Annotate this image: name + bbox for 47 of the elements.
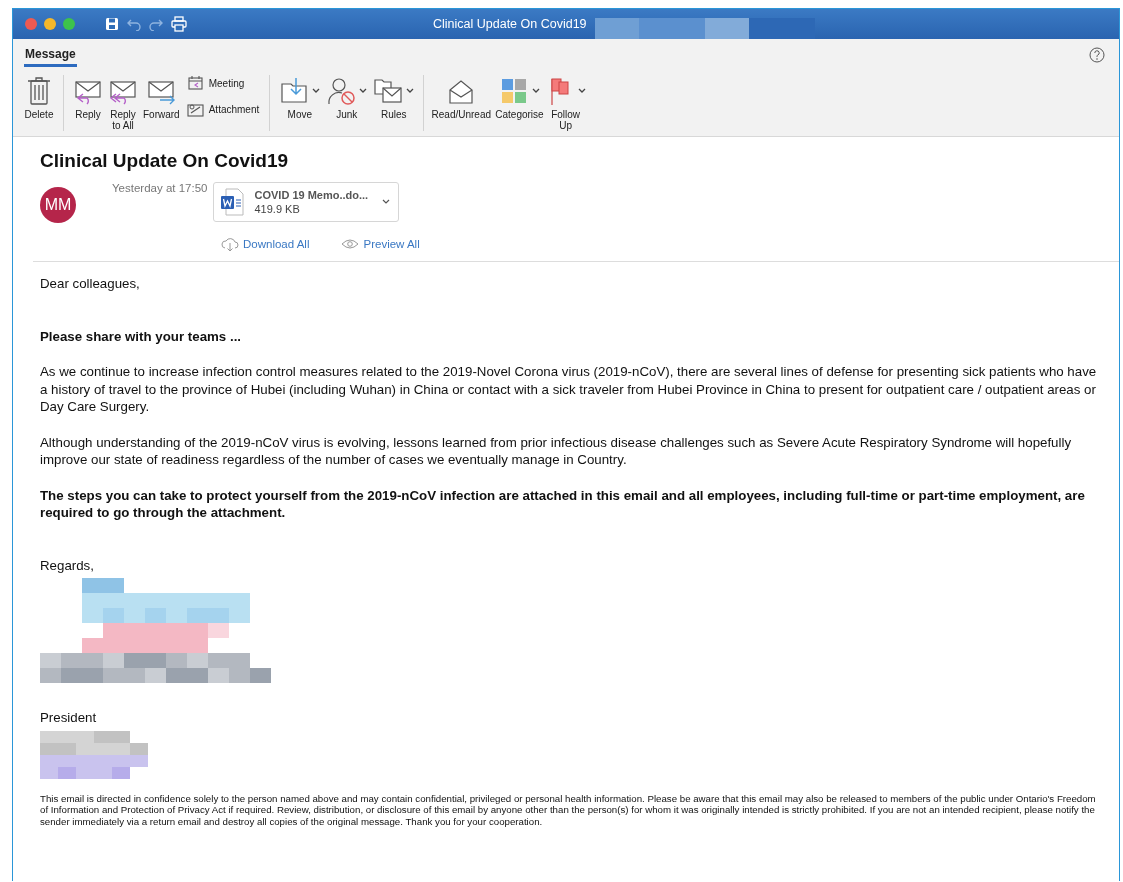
- help-icon[interactable]: [1089, 47, 1105, 63]
- toolbar-button[interactable]: Reply to All: [106, 73, 140, 131]
- window-title: Clinical Update On Covid19: [433, 17, 587, 31]
- toolbar-button[interactable]: Delete: [21, 73, 57, 120]
- word-document-icon: [220, 188, 245, 216]
- attachment-name: COVID 19 Memo..do...: [254, 189, 370, 201]
- body-paragraph: Regards,: [40, 556, 95, 574]
- body-paragraph: The steps you can take to protect yourself from the 2019-nCoV infection are attached in this email and all employees, including full-time or part-time employment, are required to go through the attachment.: [40, 486, 1086, 522]
- redo-icon[interactable]: [149, 17, 163, 31]
- toolbar-button[interactable]: Junk: [323, 73, 371, 120]
- toolbar-button[interactable]: Read/Unread: [430, 73, 493, 120]
- body-paragraph: President: [40, 709, 98, 727]
- attachment-link[interactable]: Download All: [221, 237, 310, 251]
- move-folder-icon: [279, 76, 310, 106]
- minimize-button[interactable]: [44, 18, 56, 30]
- toolbar-button[interactable]: Reply: [70, 73, 106, 120]
- body-paragraph: Although understanding of the 2019-nCoV virus is evolving, lessons learned from prior infectious disease challenges such as Severe Acute Respiratory Syndrome will hopefully improve our state of readiness regardless of the number of cases we eventually manage in Country.: [40, 433, 1073, 469]
- body-paragraph: Dear colleagues,: [40, 275, 141, 293]
- received-time: Yesterday at 17:50: [112, 182, 208, 194]
- toolbar-button[interactable]: Forward: [140, 73, 183, 120]
- toolbar-button[interactable]: Attachment: [186, 101, 260, 117]
- attachment-icon: [186, 101, 204, 117]
- cloud-download-icon: [221, 237, 239, 251]
- calendar-icon: [186, 75, 204, 91]
- ribbon-tab[interactable]: Message: [24, 45, 77, 67]
- attachment-link[interactable]: Preview All: [341, 237, 420, 251]
- print-icon[interactable]: [171, 16, 187, 32]
- toolbar-button[interactable]: Move: [276, 73, 324, 120]
- message-subject: Clinical Update On Covid19: [40, 150, 290, 172]
- toolbar-button[interactable]: Meeting: [186, 75, 260, 91]
- sender-avatar: MM: [40, 187, 76, 223]
- eye-icon: [341, 238, 360, 250]
- body-paragraph: Please share with your teams ...: [40, 327, 243, 345]
- toolbar-button[interactable]: Follow Up: [546, 73, 585, 131]
- undo-icon[interactable]: [127, 17, 141, 31]
- junk-icon: [326, 76, 357, 106]
- save-icon[interactable]: [105, 17, 119, 31]
- toolbar-button[interactable]: Categorise: [492, 73, 547, 120]
- attachment-size: 419.9 KB: [254, 203, 301, 215]
- attachment-card[interactable]: COVID 19 Memo..do... 419.9 KB: [213, 182, 400, 222]
- toolbar-button[interactable]: Rules: [370, 73, 418, 120]
- caret-icon: [382, 199, 391, 205]
- zoom-button[interactable]: [63, 18, 75, 30]
- body-paragraph: As we continue to increase infection control measures related to the 2019-Novel Corona virus (2019-nCoV), there are several lines of defense for presenting sick patients who have a history of travel to the province of Hubei (including Wuhan) in China or contact with a sick traveler from Hubei Province in China to present for outpatient care / outpatient areas or Day Care Surgery.: [40, 363, 1098, 416]
- close-button[interactable]: [25, 18, 37, 30]
- rules-icon: [373, 76, 404, 106]
- disclaimer-text: This email is directed in confidence solely to the person named above and may contain confidential, privileged or personal health information. Please be aware that this email may also be released to members of the public under Ontario's Freedom of Information and Protection of Privacy Act if required. Review, distribution, or disclosure of this email by anyone other than the person(s) for whom it was originally intended is strictly prohibited. If you are not an intended recipient, please notify the sender immediately via a return email and destroy all copies of the original message. Thank you for your cooperation.: [40, 792, 1097, 827]
